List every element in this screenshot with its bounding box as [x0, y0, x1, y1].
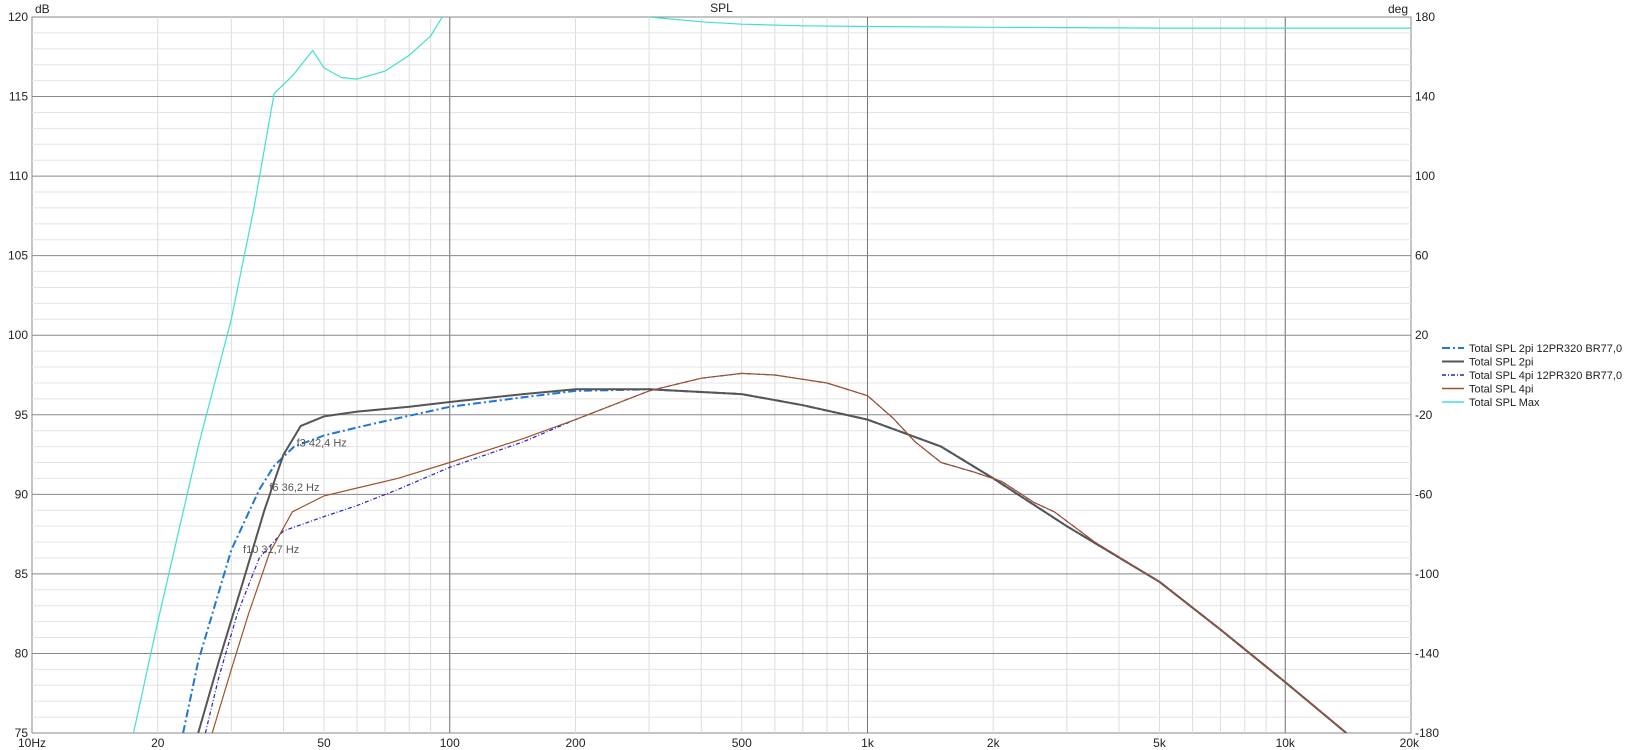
- spl-chart: 10Hz 20 50 100 200 500 1k 2k 5k 10k 20k12011511010…: [8, 1, 1622, 750]
- x-tick-label: 1k: [861, 736, 875, 750]
- x-tick-label: 50: [317, 736, 331, 750]
- y2-tick-label: -20: [1415, 408, 1433, 422]
- y-tick-label: 85: [15, 567, 29, 581]
- y2-tick-label: -100: [1415, 567, 1439, 581]
- chart-title: SPL: [710, 1, 733, 15]
- x-tick-label: 200: [565, 736, 585, 750]
- y2-tick-label: -60: [1415, 487, 1433, 501]
- plot-frame: [31, 16, 1412, 734]
- x-tick-label: 100: [440, 736, 460, 750]
- y-tick-label: 100: [8, 328, 28, 342]
- x-tick-label: 5k: [1153, 736, 1167, 750]
- y2-axis-label: deg: [1388, 2, 1408, 16]
- y2-tick-label: -180: [1415, 726, 1439, 740]
- y-tick-label: 90: [15, 487, 29, 501]
- y-tick-label: 105: [8, 249, 28, 263]
- y-tick-label: 120: [8, 10, 28, 24]
- y-tick-label: 75: [15, 726, 29, 740]
- y2-tick-label: 100: [1415, 169, 1435, 183]
- y-tick-label: 80: [15, 646, 29, 660]
- legend-label: Total SPL 4pi: [1469, 384, 1533, 396]
- y2-tick-label: 140: [1415, 90, 1435, 104]
- cutoff-annotation: f10 31,7 Hz: [243, 544, 299, 556]
- cutoff-annotation: f6 36,2 Hz: [269, 482, 319, 494]
- y-tick-label: 110: [9, 169, 28, 183]
- x-tick-label: 2k: [987, 736, 1001, 750]
- legend: Total SPL 2pi 12PR320 BR77,0 Total SPL 2p…: [1442, 343, 1622, 409]
- x-tick-label: 20: [151, 736, 165, 750]
- y-tick-label: 95: [15, 408, 29, 422]
- legend-label: Total SPL 2pi 12PR320 BR77,0: [1469, 343, 1622, 355]
- y2-tick-label: 60: [1415, 249, 1429, 263]
- legend-label: Total SPL Max: [1469, 397, 1540, 409]
- y2-tick-label: -140: [1415, 646, 1439, 660]
- legend-label: Total SPL 4pi 12PR320 BR77,0: [1469, 370, 1622, 382]
- y-axis-label: dB: [35, 2, 50, 16]
- x-tick-label: 10k: [1276, 736, 1296, 750]
- y-tick-label: 115: [9, 90, 28, 104]
- legend-label: Total SPL 2pi: [1469, 357, 1533, 369]
- y2-tick-label: 20: [1415, 328, 1429, 342]
- y2-tick-label: 180: [1415, 10, 1435, 24]
- cutoff-annotation: f3 42,4 Hz: [297, 438, 347, 450]
- x-tick-label: 500: [732, 736, 752, 750]
